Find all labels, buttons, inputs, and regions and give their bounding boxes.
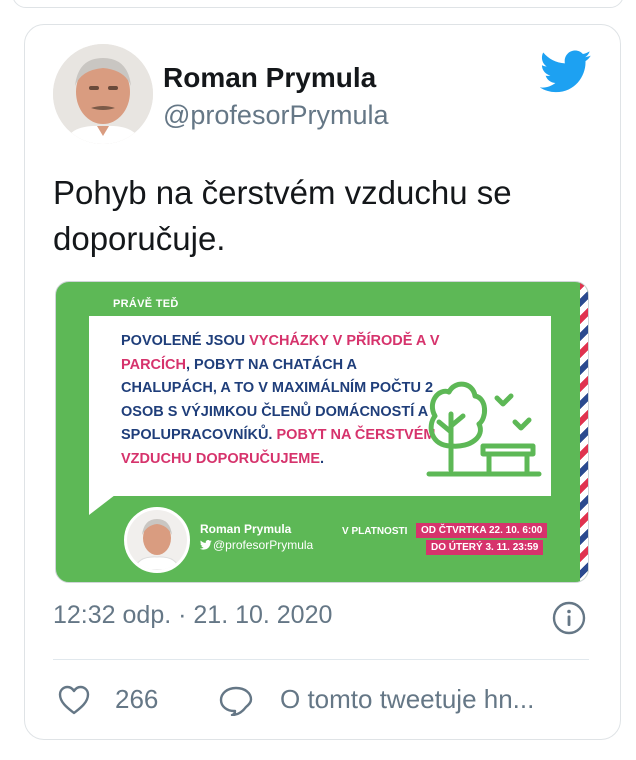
tweet-timestamp[interactable]: 12:32 odp. · 21. 10. 2020 bbox=[53, 601, 332, 630]
speech-bubble-icon[interactable] bbox=[218, 684, 254, 716]
tweet-media-image[interactable]: PRÁVĚ TEĎ Povolené jsou vycházky v příro… bbox=[55, 281, 589, 583]
park-bench-icon bbox=[426, 381, 542, 477]
previous-tweet-card-edge bbox=[12, 0, 624, 8]
speech-bubble-tail bbox=[89, 495, 115, 515]
media-author-handle-text: @profesorPrymula bbox=[213, 538, 314, 552]
tweet-activity-link[interactable]: O tomto tweetuje hn... bbox=[280, 684, 534, 715]
author-name[interactable]: Roman Prymula bbox=[163, 62, 376, 94]
media-badge: PRÁVĚ TEĎ bbox=[113, 298, 179, 310]
author-handle[interactable]: @profesorPrymula bbox=[163, 100, 388, 131]
media-author-avatar bbox=[124, 507, 190, 573]
airmail-stripe bbox=[580, 282, 588, 582]
message-part: Povolené jsou bbox=[121, 333, 250, 349]
author-avatar[interactable] bbox=[53, 44, 153, 144]
twitter-bird-icon bbox=[200, 540, 212, 550]
speech-bubble: Povolené jsou vycházky v přírodě a v par… bbox=[89, 316, 551, 496]
media-author-name: Roman Prymula bbox=[200, 522, 292, 536]
validity-label: V PLATNOSTI bbox=[342, 526, 408, 537]
media-message: Povolené jsou vycházky v přírodě a v par… bbox=[121, 330, 441, 471]
heart-icon[interactable] bbox=[57, 684, 91, 716]
media-author-handle: @profesorPrymula bbox=[200, 538, 313, 552]
date-to-badge: DO ÚTERÝ 3. 11. 23:59 bbox=[426, 540, 544, 555]
info-icon[interactable] bbox=[552, 601, 586, 635]
like-count[interactable]: 266 bbox=[115, 684, 158, 715]
date-from-badge: OD ČTVRTKA 22. 10. 6:00 bbox=[416, 523, 548, 538]
message-part: . bbox=[320, 450, 325, 467]
tweet-text: Pohyb na čerstvém vzduchu se doporučuje. bbox=[53, 174, 512, 257]
divider bbox=[53, 659, 589, 660]
twitter-bird-icon[interactable] bbox=[540, 50, 592, 94]
